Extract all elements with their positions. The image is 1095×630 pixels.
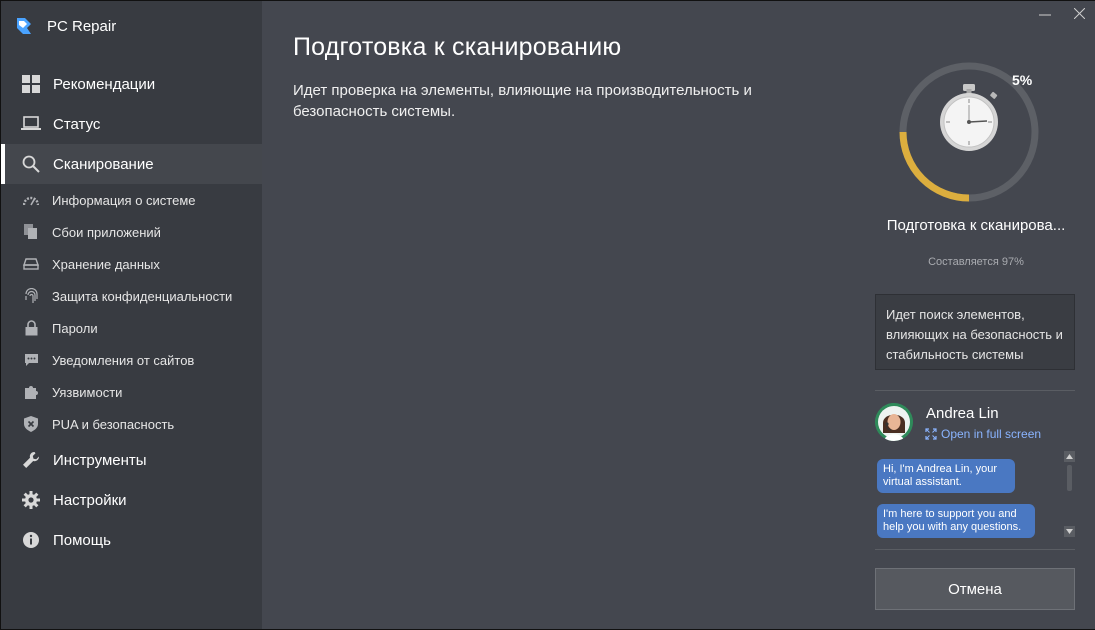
scan-status-subtitle: Составляется 97%: [928, 256, 1024, 268]
sidebar-item-label: Помощь: [53, 531, 111, 549]
app-window: PC Repair Рекомендации Статус Сканирован…: [0, 0, 1095, 630]
sidebar-item-help[interactable]: Помощь: [1, 520, 262, 560]
scan-status-title: Подготовка к сканирова...: [886, 217, 1066, 234]
brand: PC Repair: [1, 1, 262, 51]
stopwatch-icon: [940, 84, 998, 151]
sidebar-subitem-label: Уязвимости: [52, 384, 123, 400]
open-fullscreen-label: Open in full screen: [941, 427, 1042, 441]
sidebar-item-tools[interactable]: Инструменты: [1, 440, 262, 480]
sidebar-nav: Рекомендации Статус Сканирование Информа…: [1, 64, 262, 560]
scan-panel: 5% Подготовка к сканирова... Составляетс…: [856, 1, 1095, 629]
sidebar-subitem-label: PUA и безопасность: [52, 416, 175, 432]
sidebar: PC Repair Рекомендации Статус Сканирован…: [1, 1, 262, 629]
puzzle-icon: [23, 384, 39, 400]
grid-icon: [21, 74, 41, 94]
scan-info-box: Идет поиск элементов, влияющих на безопа…: [875, 294, 1075, 370]
sidebar-subitem-label: Пароли: [52, 320, 98, 336]
app-name: PC Repair: [47, 17, 117, 35]
sidebar-item-label: Инструменты: [53, 451, 147, 469]
sidebar-subitem-passwords[interactable]: Пароли: [1, 312, 262, 344]
sidebar-item-label: Настройки: [53, 491, 127, 509]
drive-icon: [23, 256, 39, 272]
assistant-header: Andrea Lin Open in full screen: [875, 401, 1075, 445]
main-content: Подготовка к сканированию Идет проверка …: [262, 1, 856, 629]
expand-icon: [925, 428, 937, 440]
sidebar-subitem-label: Хранение данных: [52, 256, 160, 272]
chat-scrollbar[interactable]: [1067, 465, 1072, 491]
sidebar-item-recommendations[interactable]: Рекомендации: [1, 64, 262, 104]
divider: [875, 390, 1075, 391]
sidebar-item-status[interactable]: Статус: [1, 104, 262, 144]
sidebar-subitem-label: Уведомления от сайтов: [52, 352, 195, 368]
copy-icon: [23, 224, 39, 240]
avatar: [875, 403, 913, 441]
lock-icon: [23, 320, 39, 336]
laptop-icon: [21, 114, 41, 134]
sidebar-item-label: Статус: [53, 115, 101, 133]
sidebar-item-label: Рекомендации: [53, 75, 156, 93]
sidebar-subitem-storage[interactable]: Хранение данных: [1, 248, 262, 280]
chat-message: I'm here to support you and help you wit…: [877, 504, 1035, 538]
chevron-down-icon: [1066, 529, 1073, 534]
app-logo-icon: [17, 18, 31, 34]
info-icon: [21, 530, 41, 550]
chat-scroll-down-button[interactable]: [1064, 526, 1075, 537]
sidebar-subitem-app-crashes[interactable]: Сбои приложений: [1, 216, 262, 248]
close-button[interactable]: [1071, 5, 1087, 21]
sidebar-item-label: Сканирование: [53, 155, 154, 173]
sidebar-subitem-pua-security[interactable]: PUA и безопасность: [1, 408, 262, 440]
page-description: Идет проверка на элементы, влияющие на п…: [293, 82, 752, 120]
sidebar-subitem-label: Защита конфиденциальности: [52, 288, 233, 304]
speedometer-icon: [23, 192, 39, 208]
sidebar-item-settings[interactable]: Настройки: [1, 480, 262, 520]
fingerprint-icon: [23, 288, 39, 304]
window-controls: [1037, 5, 1087, 21]
minimize-icon: [1039, 14, 1051, 16]
sidebar-subitem-label: Сбои приложений: [52, 224, 161, 240]
assistant-chat: Hi, I'm Andrea Lin, your virtual assista…: [875, 451, 1075, 541]
shield-x-icon: [23, 416, 39, 432]
minimize-button[interactable]: [1037, 5, 1053, 21]
sidebar-subitem-label: Информация о системе: [52, 192, 196, 208]
progress-percent: 5%: [1012, 72, 1033, 88]
cancel-button[interactable]: Отмена: [875, 568, 1075, 610]
page-title: Подготовка к сканированию: [293, 33, 622, 61]
gear-icon: [21, 490, 41, 510]
search-icon: [21, 154, 41, 174]
sidebar-item-scanning[interactable]: Сканирование: [1, 144, 262, 184]
sidebar-subitem-privacy[interactable]: Защита конфиденциальности: [1, 280, 262, 312]
open-fullscreen-link[interactable]: Open in full screen: [925, 427, 1041, 441]
chat-message: Hi, I'm Andrea Lin, your virtual assista…: [877, 459, 1015, 493]
chevron-up-icon: [1066, 454, 1073, 459]
assistant-name: Andrea Lin: [926, 405, 999, 422]
sidebar-subitem-site-notifications[interactable]: Уведомления от сайтов: [1, 344, 262, 376]
sidebar-subitem-system-info[interactable]: Информация о системе: [1, 184, 262, 216]
chat-scroll-up-button[interactable]: [1064, 451, 1075, 462]
divider: [875, 549, 1075, 550]
sidebar-subitem-vulnerabilities[interactable]: Уязвимости: [1, 376, 262, 408]
wrench-icon: [21, 450, 41, 470]
close-icon: [1073, 7, 1085, 19]
chat-icon: [23, 352, 39, 368]
